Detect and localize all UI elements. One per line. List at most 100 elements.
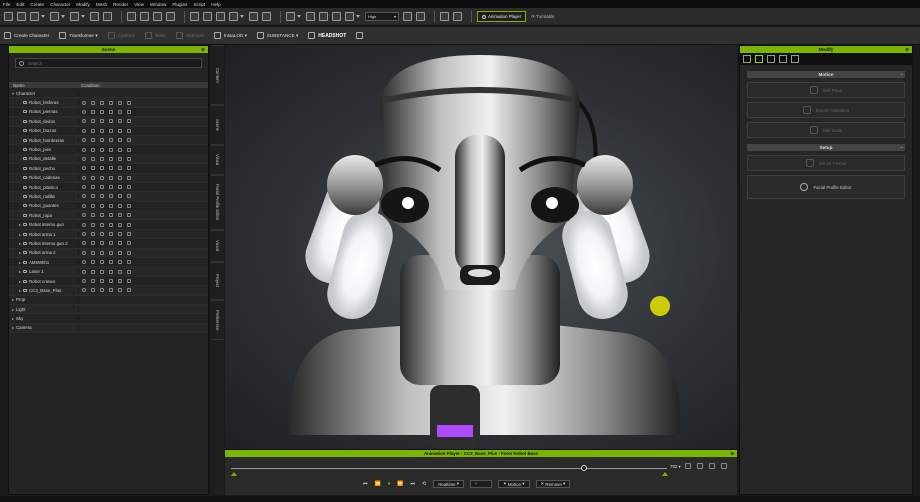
eye-icon[interactable] [82,138,86,143]
frame-selected-icon[interactable] [306,12,315,21]
render-icon[interactable] [109,175,113,180]
realtime-dropdown[interactable]: Realtime ▾ [433,480,464,488]
undo-icon[interactable] [190,12,199,21]
wireframe-icon[interactable] [332,12,341,21]
pin-icon[interactable] [118,279,122,283]
tree-item[interactable]: Robot_dedos [9,117,208,127]
menu-plugins[interactable]: Plugins [172,2,187,7]
render-icon[interactable] [109,100,113,105]
camera-icon[interactable] [709,463,715,469]
lock-icon[interactable] [91,147,95,152]
render-icon[interactable] [109,232,113,237]
tree-item[interactable]: Robot_brazos [9,127,208,136]
render-icon[interactable] [109,109,113,114]
shadow-icon[interactable] [100,222,104,227]
shadow-icon[interactable] [100,138,104,143]
expression-tab-icon[interactable] [779,55,787,63]
menu-script[interactable]: Script [193,2,205,7]
shadow-icon[interactable] [100,288,104,293]
pin-icon[interactable] [118,175,122,180]
render-icon[interactable] [109,269,113,274]
frame-counter[interactable]: 792 ▾ [670,464,681,470]
pin-icon[interactable] [118,166,122,171]
lock-icon[interactable] [91,222,95,227]
export-animation-button[interactable]: Export Animation [747,102,905,118]
pin-icon[interactable] [118,119,122,124]
pin-icon[interactable] [118,203,122,208]
tree-item[interactable]: ▸ CC3_Base_Plus [9,286,208,296]
link-icon[interactable] [127,260,131,265]
shadow-icon[interactable] [100,260,104,265]
lock-icon[interactable] [91,232,95,237]
tree-item[interactable]: ▸ Robot craneo [9,277,208,287]
render-icon[interactable] [109,203,113,208]
pause-icon[interactable]: ⏸ [388,481,391,487]
shadow-icon[interactable] [100,128,104,133]
eye-icon[interactable] [82,241,86,246]
eye-icon[interactable] [82,269,86,274]
tree-item[interactable]: Robot_ropa [9,211,208,221]
link-icon[interactable] [127,250,131,255]
lock-icon[interactable] [91,175,95,180]
link-icon[interactable] [127,241,131,246]
side-tab-4[interactable]: Visual [211,230,224,262]
render-icon[interactable] [109,260,113,265]
set-t-pose-button[interactable]: Set as T-Pose [747,155,905,171]
shadow-icon[interactable] [100,147,104,152]
menu-help[interactable]: Help [211,2,220,7]
panel-close-icon[interactable]: ⊗ [905,46,909,53]
pivot-icon[interactable] [262,12,271,21]
scene-search[interactable] [15,58,202,68]
go-start-icon[interactable]: ⏮ [363,481,368,487]
link-icon[interactable] [127,175,131,180]
link-icon[interactable] [127,222,131,227]
link-icon[interactable] [127,109,131,114]
pin-icon[interactable] [118,269,122,274]
column-condition[interactable]: Condition [79,83,100,88]
open-project-icon[interactable] [17,12,26,21]
shadow-icon[interactable] [100,166,104,171]
bake-button[interactable]: Bake [145,32,166,39]
loop-icon[interactable] [685,463,691,469]
lock-icon[interactable] [91,119,95,124]
eye-icon[interactable] [82,128,86,133]
motion-section-header[interactable]: Motion − [747,71,905,78]
side-tab-0[interactable]: Content [211,45,224,105]
link-icon[interactable] [127,185,131,190]
render-icon[interactable] [109,166,113,171]
link-icon[interactable] [127,288,131,293]
pin-icon[interactable] [118,109,122,114]
menu-create[interactable]: Create [30,2,44,7]
headshot-button[interactable]: HEADSHOT [308,32,346,39]
tree-item[interactable]: Robot_piernas [9,108,208,118]
menu-window[interactable]: Window [150,2,166,7]
eye-icon[interactable] [82,109,86,114]
eye-icon[interactable] [82,250,86,255]
import-icon[interactable] [50,12,59,21]
lock-icon[interactable] [91,279,95,283]
facial-profile-editor-button[interactable]: Facial Profile Editor [747,175,905,199]
lock-icon[interactable] [91,128,95,133]
tree-item[interactable]: ▸ Laser 1 [9,267,208,277]
turntable-toggle[interactable]: ⟳ Turntable [531,14,554,20]
lock-icon[interactable] [91,185,95,190]
side-tab-1[interactable]: Scene [211,105,224,145]
save-dropdown-icon[interactable] [41,15,45,18]
pin-icon[interactable] [118,138,122,143]
camera-dropdown-icon[interactable] [297,15,301,18]
tree-item[interactable]: ▸ Robot arma 1 [9,229,208,240]
face-tool-button[interactable] [356,32,366,39]
physics-icon[interactable] [453,12,462,21]
transform-mode-icon[interactable] [229,12,238,21]
pin-icon[interactable] [118,260,122,265]
shadow-icon[interactable] [100,119,104,124]
eye-icon[interactable] [82,166,86,171]
lock-icon[interactable] [91,166,95,171]
search-input[interactable] [28,60,178,66]
tree-item[interactable]: Robot_hombreras [9,135,208,146]
link-icon[interactable] [127,128,131,133]
tree-item[interactable]: ▸ Robot interno gun [9,220,208,230]
material-tab-icon[interactable] [791,55,799,63]
conform-button[interactable]: Conform [107,32,135,39]
shadow-icon[interactable] [100,203,104,208]
